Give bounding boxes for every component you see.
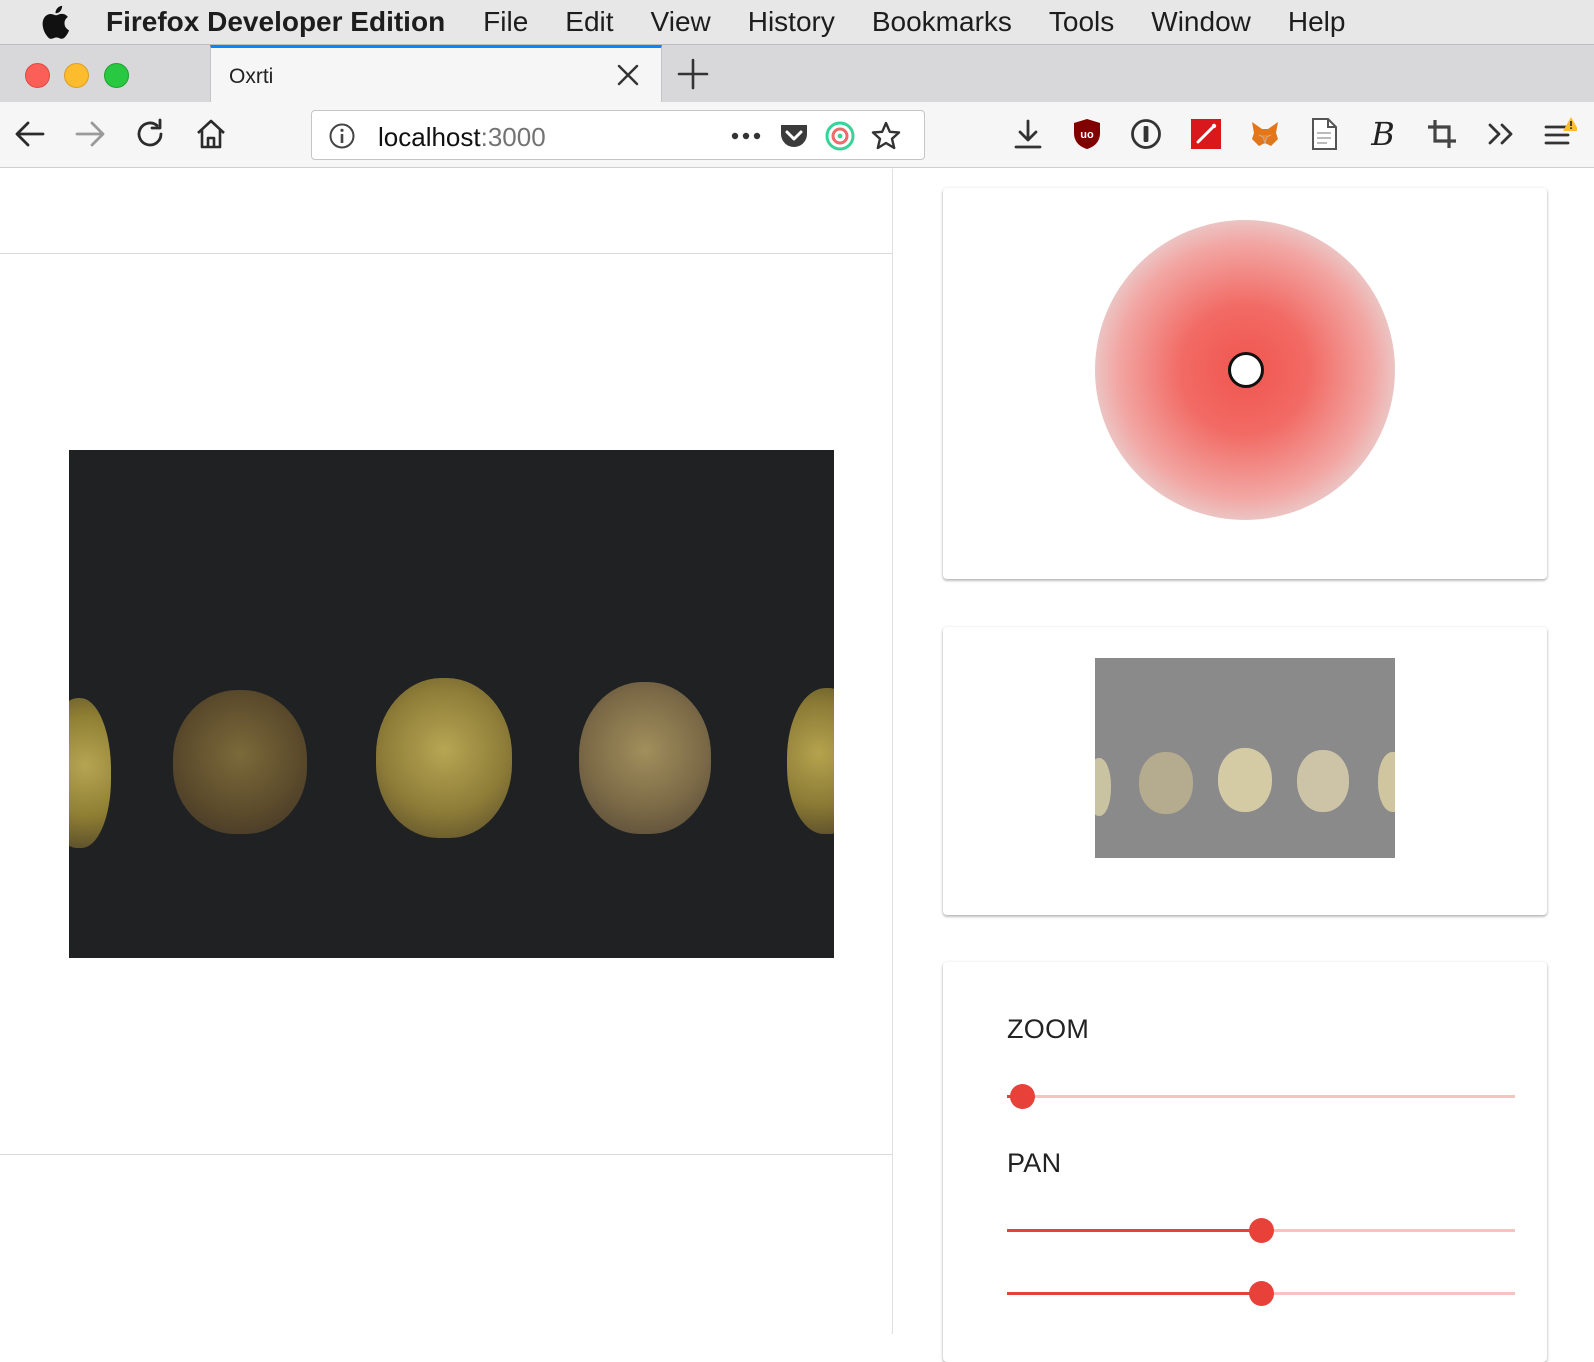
light-direction-control[interactable] <box>1095 220 1395 520</box>
coin-image-2 <box>173 690 307 834</box>
coin-image-3 <box>376 678 512 838</box>
overflow-menu-button[interactable] <box>1483 116 1519 152</box>
bookmark-star-button[interactable] <box>870 121 902 151</box>
wand-extension-icon <box>1191 119 1221 149</box>
pocket-icon <box>781 125 807 147</box>
url-bar[interactable]: localhost:3000 <box>311 110 925 160</box>
ublock-icon: uo <box>1074 119 1100 149</box>
zoom-slider-thumb[interactable] <box>1010 1084 1036 1109</box>
bold-b-extension-icon: B <box>1370 117 1395 151</box>
view-controls-card: ZOOM PAN <box>943 962 1547 1362</box>
thumbnail-coin-2 <box>1139 752 1193 814</box>
image-viewer-pane <box>0 169 893 1334</box>
apple-logo-icon[interactable] <box>40 5 70 39</box>
pan-x-slider-thumb[interactable] <box>1249 1218 1274 1243</box>
light-position-handle[interactable] <box>1228 352 1264 388</box>
window-zoom-button[interactable] <box>104 63 129 88</box>
tab-strip: Oxrti <box>0 44 1594 103</box>
metamask-fox-icon <box>1252 122 1278 146</box>
url-host: localhost <box>378 122 481 152</box>
menu-edit[interactable]: Edit <box>565 6 613 38</box>
menu-bookmarks[interactable]: Bookmarks <box>872 6 1012 38</box>
window-minimize-button[interactable] <box>64 63 89 88</box>
overflow-chevrons-icon <box>1488 123 1513 145</box>
onepassword-button[interactable] <box>1128 116 1164 152</box>
hamburger-menu-icon <box>1544 117 1577 145</box>
menu-help[interactable]: Help <box>1288 6 1346 38</box>
onepassword-icon <box>1131 119 1161 149</box>
reload-button[interactable] <box>132 116 168 152</box>
url-text: localhost:3000 <box>378 122 546 153</box>
target-circle-icon <box>825 121 855 151</box>
back-arrow-icon <box>15 121 45 147</box>
coin-image-4 <box>579 682 711 834</box>
zoom-label: ZOOM <box>1007 1014 1090 1044</box>
downloads-button[interactable] <box>1010 116 1046 152</box>
tab-close-icon[interactable] <box>615 62 641 88</box>
home-button[interactable] <box>193 116 229 152</box>
page-actions-button[interactable] <box>730 121 762 151</box>
back-button[interactable] <box>12 116 48 152</box>
reload-icon <box>137 118 163 147</box>
pan-y-slider-thumb[interactable] <box>1249 1281 1274 1306</box>
rti-viewer-canvas[interactable] <box>0 253 893 1155</box>
pan-y-slider-track <box>1007 1292 1261 1295</box>
thumbnail-coin-4 <box>1297 750 1349 812</box>
zoom-slider[interactable] <box>1007 1082 1515 1112</box>
pocket-button[interactable] <box>778 121 810 151</box>
light-direction-card <box>943 188 1547 579</box>
home-icon <box>197 119 225 149</box>
ublock-button[interactable]: uo <box>1069 116 1105 152</box>
pan-x-slider-track <box>1007 1229 1261 1232</box>
menu-view[interactable]: View <box>651 6 711 38</box>
pan-y-slider[interactable] <box>1007 1279 1515 1309</box>
page-content: ZOOM PAN <box>0 169 1594 1362</box>
svg-text:B: B <box>1370 117 1395 151</box>
pan-x-slider[interactable] <box>1007 1216 1515 1246</box>
svg-text:uo: uo <box>1080 129 1094 141</box>
metamask-button[interactable] <box>1247 116 1283 152</box>
coins-image[interactable] <box>69 450 834 958</box>
thumbnail-coin-5 <box>1378 752 1395 812</box>
navigation-toolbar: localhost:3000 uo B <box>0 102 1594 168</box>
app-name-menu[interactable]: Firefox Developer Edition <box>106 6 445 38</box>
menu-tools[interactable]: Tools <box>1049 6 1114 38</box>
site-info-icon[interactable] <box>328 122 356 150</box>
tab-title: Oxrti <box>229 65 274 88</box>
crop-icon <box>1428 120 1456 148</box>
extension-target-button[interactable] <box>824 121 856 151</box>
forward-button[interactable] <box>72 116 108 152</box>
thumbnail-coin-1 <box>1095 758 1111 816</box>
reader-page-button[interactable] <box>1306 116 1342 152</box>
screenshot-crop-button[interactable] <box>1424 116 1460 152</box>
coin-image-1 <box>69 698 111 848</box>
zoom-slider-rail <box>1007 1095 1515 1098</box>
forward-arrow-icon <box>75 121 105 147</box>
thumbnail-coin-3 <box>1218 748 1272 812</box>
star-icon <box>871 121 901 150</box>
coin-image-5 <box>787 688 834 834</box>
download-icon <box>1014 119 1042 149</box>
url-port: :3000 <box>480 122 546 152</box>
menu-history[interactable]: History <box>748 6 835 38</box>
tab-oxrti[interactable]: Oxrti <box>210 45 662 103</box>
pan-label: PAN <box>1007 1148 1062 1178</box>
os-menubar: Firefox Developer Edition File Edit View… <box>0 0 1594 44</box>
menu-file[interactable]: File <box>483 6 528 38</box>
coins-thumbnail[interactable] <box>1095 658 1395 858</box>
thumbnail-card <box>943 627 1547 915</box>
window-close-button[interactable] <box>25 63 50 88</box>
bold-b-extension-button[interactable]: B <box>1365 116 1401 152</box>
menu-window[interactable]: Window <box>1151 6 1251 38</box>
new-tab-plus-icon[interactable] <box>676 57 710 91</box>
wand-extension-button[interactable] <box>1188 116 1224 152</box>
more-dots-icon <box>731 132 761 140</box>
app-menu-button[interactable] <box>1542 116 1578 152</box>
reader-page-icon <box>1312 118 1337 150</box>
